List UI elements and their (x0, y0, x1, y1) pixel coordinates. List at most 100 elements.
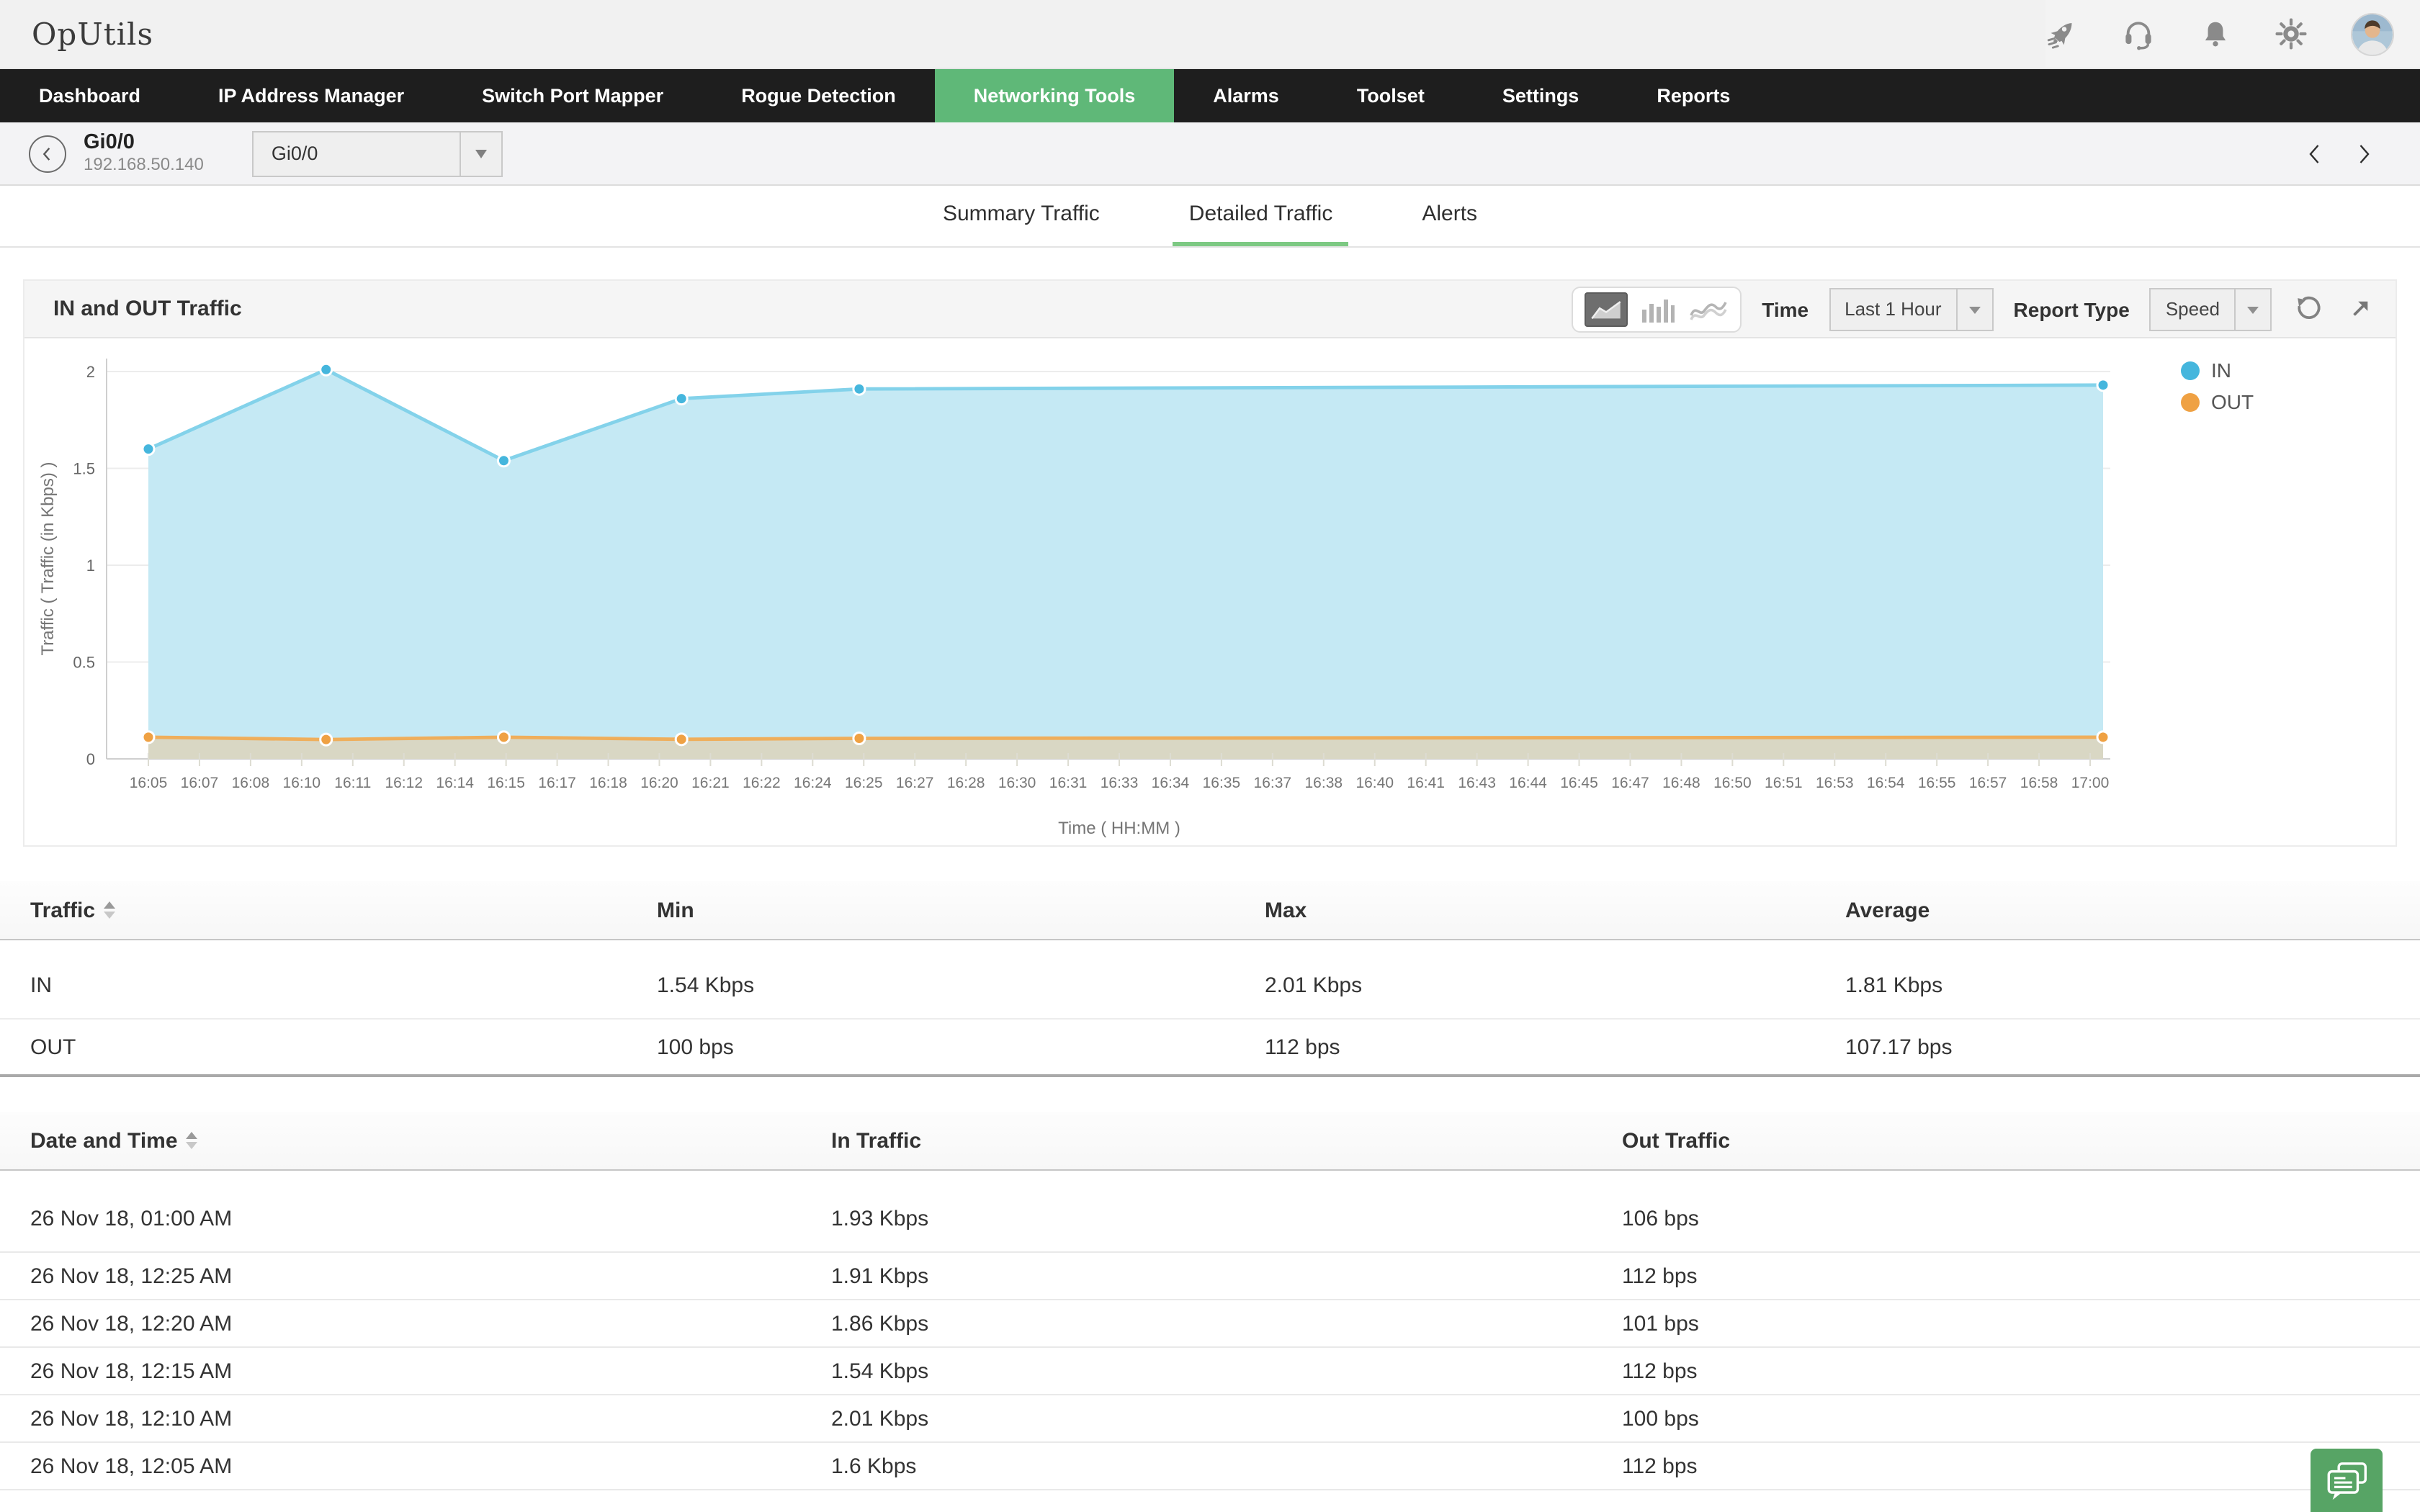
x-axis-title: Time ( HH:MM ) (1058, 819, 1180, 838)
live-chat-button[interactable] (2311, 1449, 2383, 1512)
nav-item-ip-address-manager[interactable]: IP Address Manager (179, 69, 443, 122)
in-out-traffic-chart: 00.511.5216:0516:0716:0816:1016:1116:121… (24, 338, 2156, 845)
time-label: Time (1762, 297, 1809, 320)
column-header-min[interactable]: Min (657, 898, 1265, 922)
table-row[interactable]: OUT 100 bps 112 bps 107.17 bps (0, 1020, 2420, 1077)
out-data-point (498, 732, 509, 743)
x-axis-tick-label: 16:34 (1152, 775, 1190, 791)
legend-entry-out[interactable]: OUT (2181, 390, 2254, 413)
nav-item-alarms[interactable]: Alarms (1174, 69, 1318, 122)
headset-icon[interactable] (2122, 17, 2155, 50)
table-row[interactable]: IN 1.54 Kbps 2.01 Kbps 1.81 Kbps (0, 940, 2420, 1020)
x-axis-tick-label: 16:30 (998, 775, 1036, 791)
y-axis-tick-label: 0.5 (73, 654, 95, 672)
tab-detailed-traffic[interactable]: Detailed Traffic (1173, 186, 1349, 246)
x-axis-tick-label: 16:25 (845, 775, 883, 791)
column-header-traffic[interactable]: Traffic (30, 896, 657, 924)
in-data-point (143, 444, 154, 455)
column-header-max[interactable]: Max (1265, 898, 1845, 922)
table-row[interactable]: 26 Nov 18, 12:20 AM 1.86 Kbps 101 bps (0, 1300, 2420, 1348)
x-axis-tick-label: 16:05 (130, 775, 168, 791)
nav-item-reports[interactable]: Reports (1618, 69, 1769, 122)
x-axis-tick-label: 16:10 (283, 775, 321, 791)
top-bar: OpUtils (0, 0, 2420, 69)
x-axis-tick-label: 16:11 (334, 775, 371, 791)
main-nav: Dashboard IP Address Manager Switch Port… (0, 69, 2420, 122)
in-series-dot (2181, 361, 2200, 379)
area-chart-icon[interactable] (1585, 292, 1628, 326)
column-header-date-and-time[interactable]: Date and Time (30, 1126, 831, 1155)
x-axis-tick-label: 16:38 (1305, 775, 1343, 791)
table-row[interactable]: 26 Nov 18, 12:05 AM 1.6 Kbps 112 bps (0, 1443, 2420, 1490)
column-header-out-traffic[interactable]: Out Traffic (1622, 1128, 2420, 1153)
x-axis-tick-label: 16:47 (1611, 775, 1649, 791)
tab-summary-traffic[interactable]: Summary Traffic (927, 186, 1116, 246)
x-axis-tick-label: 16:14 (436, 775, 474, 791)
out-series-dot (2181, 392, 2200, 411)
x-axis-tick-label: 16:33 (1101, 775, 1139, 791)
x-axis-tick-label: 16:17 (538, 775, 576, 791)
y-axis-title: Traffic ( Traffic (in Kbps) ) (38, 462, 58, 656)
nav-item-networking-tools[interactable]: Networking Tools (935, 69, 1175, 122)
nav-item-switch-port-mapper[interactable]: Switch Port Mapper (443, 69, 702, 122)
report-type-select[interactable]: Speed (2150, 287, 2272, 330)
nav-item-toolset[interactable]: Toolset (1318, 69, 1464, 122)
x-axis-tick-label: 16:58 (2020, 775, 2058, 791)
out-data-point (676, 734, 687, 745)
x-axis-tick-label: 16:53 (1816, 775, 1854, 791)
in-out-traffic-panel: IN and OUT Traffic Time Last 1 Hour (23, 279, 2397, 847)
topbar-icon-group (2045, 0, 2420, 68)
x-axis-tick-label: 16:45 (1560, 775, 1598, 791)
spline-chart-icon[interactable] (1688, 293, 1729, 325)
back-button[interactable] (29, 135, 66, 172)
user-avatar[interactable] (2351, 12, 2394, 55)
interface-name: Gi0/0 (84, 132, 204, 156)
out-data-point (321, 734, 332, 745)
table-row[interactable]: 26 Nov 18, 01:00 AM 1.93 Kbps 106 bps (0, 1171, 2420, 1253)
x-axis-tick-label: 16:27 (896, 775, 934, 791)
x-axis-tick-label: 16:21 (691, 775, 730, 791)
nav-item-rogue-detection[interactable]: Rogue Detection (702, 69, 935, 122)
rocket-icon[interactable] (2045, 17, 2079, 50)
interface-select-value: Gi0/0 (254, 143, 460, 164)
refresh-icon[interactable] (2292, 293, 2323, 325)
nav-item-dashboard[interactable]: Dashboard (0, 69, 179, 122)
x-axis-tick-label: 16:12 (385, 775, 423, 791)
bell-icon[interactable] (2198, 17, 2231, 50)
x-axis-tick-label: 16:15 (487, 775, 525, 791)
x-axis-tick-label: 16:37 (1254, 775, 1292, 791)
legend-entry-in[interactable]: IN (2181, 359, 2254, 382)
x-axis-tick-label: 16:50 (1713, 775, 1752, 791)
bar-chart-icon[interactable] (1638, 293, 1678, 325)
in-data-point (321, 364, 332, 375)
x-axis-tick-label: 16:48 (1662, 775, 1700, 791)
x-axis-tick-label: 16:28 (947, 775, 985, 791)
out-data-point (2097, 732, 2109, 743)
y-axis-tick-label: 2 (86, 363, 95, 381)
table-row[interactable]: 26 Nov 18, 12:10 AM 2.01 Kbps 100 bps (0, 1395, 2420, 1443)
y-axis-tick-label: 1 (86, 557, 95, 575)
app-logo: OpUtils (32, 17, 153, 51)
device-header-bar: Gi0/0 192.168.50.140 Gi0/0 (0, 122, 2420, 186)
column-header-average[interactable]: Average (1845, 898, 2420, 922)
out-data-point (853, 732, 865, 744)
detail-table-header: Date and Time In Traffic Out Traffic (0, 1112, 2420, 1171)
gear-icon[interactable] (2275, 17, 2308, 50)
device-ip: 192.168.50.140 (84, 156, 204, 176)
table-row[interactable]: 26 Nov 18, 12:25 AM 1.91 Kbps 112 bps (0, 1253, 2420, 1300)
table-row[interactable]: 26 Nov 18, 12:15 AM 1.54 Kbps 112 bps (0, 1348, 2420, 1395)
in-data-point (676, 393, 687, 405)
panel-title: IN and OUT Traffic (53, 297, 242, 321)
previous-interface-button[interactable] (2302, 140, 2328, 166)
expand-icon[interactable] (2344, 293, 2375, 325)
tab-alerts[interactable]: Alerts (1406, 186, 1493, 246)
x-axis-tick-label: 16:08 (232, 775, 270, 791)
x-axis-tick-label: 16:24 (794, 775, 832, 791)
interface-select[interactable]: Gi0/0 (253, 130, 503, 176)
time-range-select[interactable]: Last 1 Hour (1829, 287, 1993, 330)
out-series-line (148, 737, 2103, 739)
in-data-point (853, 383, 865, 395)
nav-item-settings[interactable]: Settings (1464, 69, 1618, 122)
next-interface-button[interactable] (2351, 140, 2377, 166)
column-header-in-traffic[interactable]: In Traffic (831, 1128, 1622, 1153)
